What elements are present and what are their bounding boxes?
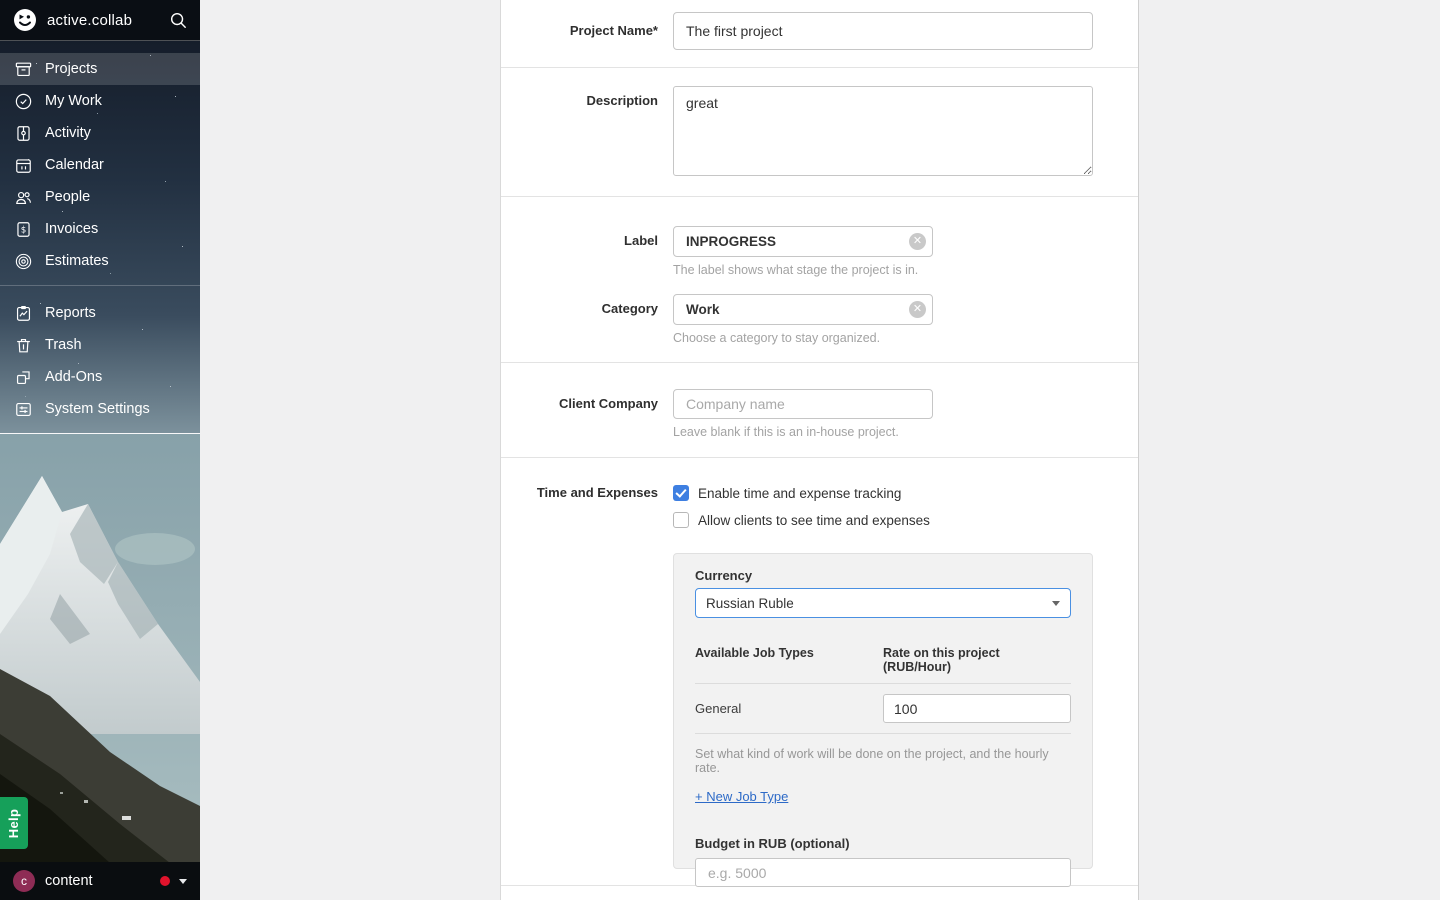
sidebar-item-label: Projects [45,61,97,77]
sidebar-item-calendar[interactable]: Calendar [0,149,200,181]
activecollab-logo [13,8,37,32]
section-label-category: Label ✕ The label shows what stage the p… [501,197,1138,363]
currency-label: Currency [695,568,1071,583]
sidebar-item-people[interactable]: People [0,181,200,213]
budget-input[interactable] [695,858,1071,887]
tracking-settings-panel: Currency Russian Ruble Available Job Typ… [673,553,1093,869]
system-settings-icon [12,398,34,420]
sidebar-item-activity[interactable]: Activity [0,117,200,149]
rate-column-header: Rate on this project (RUB/Hour) [883,646,1071,674]
allow-clients-checkbox-row[interactable]: Allow clients to see time and expenses [673,511,1138,529]
svg-text:$: $ [20,225,26,235]
trash-icon [12,334,34,356]
job-types-table-header: Available Job Types Rate on this project… [695,646,1071,684]
job-type-name: General [695,701,883,716]
category-help-text: Choose a category to stay organized. [673,331,1138,345]
select-caret-icon [1052,601,1060,606]
main-nav: Projects My Work [0,41,200,425]
description-label: Description [501,86,673,196]
sidebar-item-estimates[interactable]: Estimates [0,245,200,277]
app-name: active.collab [47,12,169,29]
sidebar-item-label: Reports [45,305,96,321]
user-menu[interactable]: c content [0,862,200,900]
sidebar-mountain-photo [0,433,200,862]
enable-tracking-checkbox-row[interactable]: Enable time and expense tracking [673,484,1138,502]
calendar-icon [12,154,34,176]
enable-tracking-label: Enable time and expense tracking [698,486,901,501]
clear-label-icon[interactable]: ✕ [909,233,926,250]
sidebar-item-label: My Work [45,93,102,109]
section-client-company: Client Company Leave blank if this is an… [501,363,1138,458]
sidebar-item-my-work[interactable]: My Work [0,85,200,117]
checkbox-checked-icon[interactable] [673,485,689,501]
projects-icon [12,58,34,80]
project-name-input[interactable] [673,12,1093,50]
sidebar-header: active.collab [0,0,200,41]
avatar: c [13,870,35,892]
currency-selected-value: Russian Ruble [706,596,1052,611]
client-company-label: Client Company [501,389,673,457]
reports-icon [12,302,34,324]
sidebar-item-label: Estimates [45,253,109,269]
project-form-panel: Project Name* Description great Label ✕ … [500,0,1139,900]
section-project-name: Project Name* [501,0,1138,68]
sidebar-item-label: Trash [45,337,82,353]
category-label: Category [501,294,673,345]
sidebar-item-add-ons[interactable]: Add-Ons [0,361,200,393]
currency-select[interactable]: Russian Ruble [695,588,1071,618]
sidebar: active.collab Projects [0,0,200,900]
project-name-label: Project Name* [501,12,673,67]
sidebar-item-label: People [45,189,90,205]
add-ons-icon [12,366,34,388]
estimates-icon [12,250,34,272]
my-work-icon [12,90,34,112]
table-row: General [695,684,1071,734]
checkbox-unchecked-icon[interactable] [673,512,689,528]
help-tab-label: Help [7,808,22,837]
category-input[interactable] [673,294,933,325]
budget-label: Budget in RUB (optional) [695,836,1071,851]
nav-divider [0,285,200,286]
sidebar-item-trash[interactable]: Trash [0,329,200,361]
sidebar-item-projects[interactable]: Projects [0,53,200,85]
sidebar-item-invoices[interactable]: $ Invoices [0,213,200,245]
clear-category-icon[interactable]: ✕ [909,301,926,318]
sidebar-item-reports[interactable]: Reports [0,297,200,329]
invoices-icon: $ [12,218,34,240]
label-input[interactable] [673,226,933,257]
section-time-expenses: Time and Expenses Enable time and expens… [501,458,1138,886]
sidebar-nav-background: Projects My Work [0,41,200,433]
sidebar-item-label: Invoices [45,221,98,237]
label-help-text: The label shows what stage the project i… [673,263,1138,277]
label-field-label: Label [501,226,673,277]
section-next-partial [501,886,1138,899]
people-icon [12,186,34,208]
client-company-help-text: Leave blank if this is an in-house proje… [673,425,1138,439]
sidebar-item-system-settings[interactable]: System Settings [0,393,200,425]
activity-icon [12,122,34,144]
job-types-column-header: Available Job Types [695,646,883,674]
help-tab[interactable]: Help [0,797,28,849]
rate-input[interactable] [883,694,1071,723]
allow-clients-label: Allow clients to see time and expenses [698,513,930,528]
sidebar-item-label: Calendar [45,157,104,173]
sidebar-item-label: System Settings [45,401,150,417]
search-icon[interactable] [169,11,187,29]
description-textarea[interactable]: great [673,86,1093,176]
chevron-down-icon[interactable] [179,879,187,884]
time-expenses-label: Time and Expenses [501,484,673,885]
sidebar-item-label: Activity [45,125,91,141]
client-company-input[interactable] [673,389,933,419]
sidebar-item-label: Add-Ons [45,369,102,385]
user-name: content [45,873,160,889]
section-description: Description great [501,68,1138,197]
new-job-type-link[interactable]: + New Job Type [695,789,788,804]
job-types-help-text: Set what kind of work will be done on th… [695,747,1071,775]
status-dot [160,876,170,886]
